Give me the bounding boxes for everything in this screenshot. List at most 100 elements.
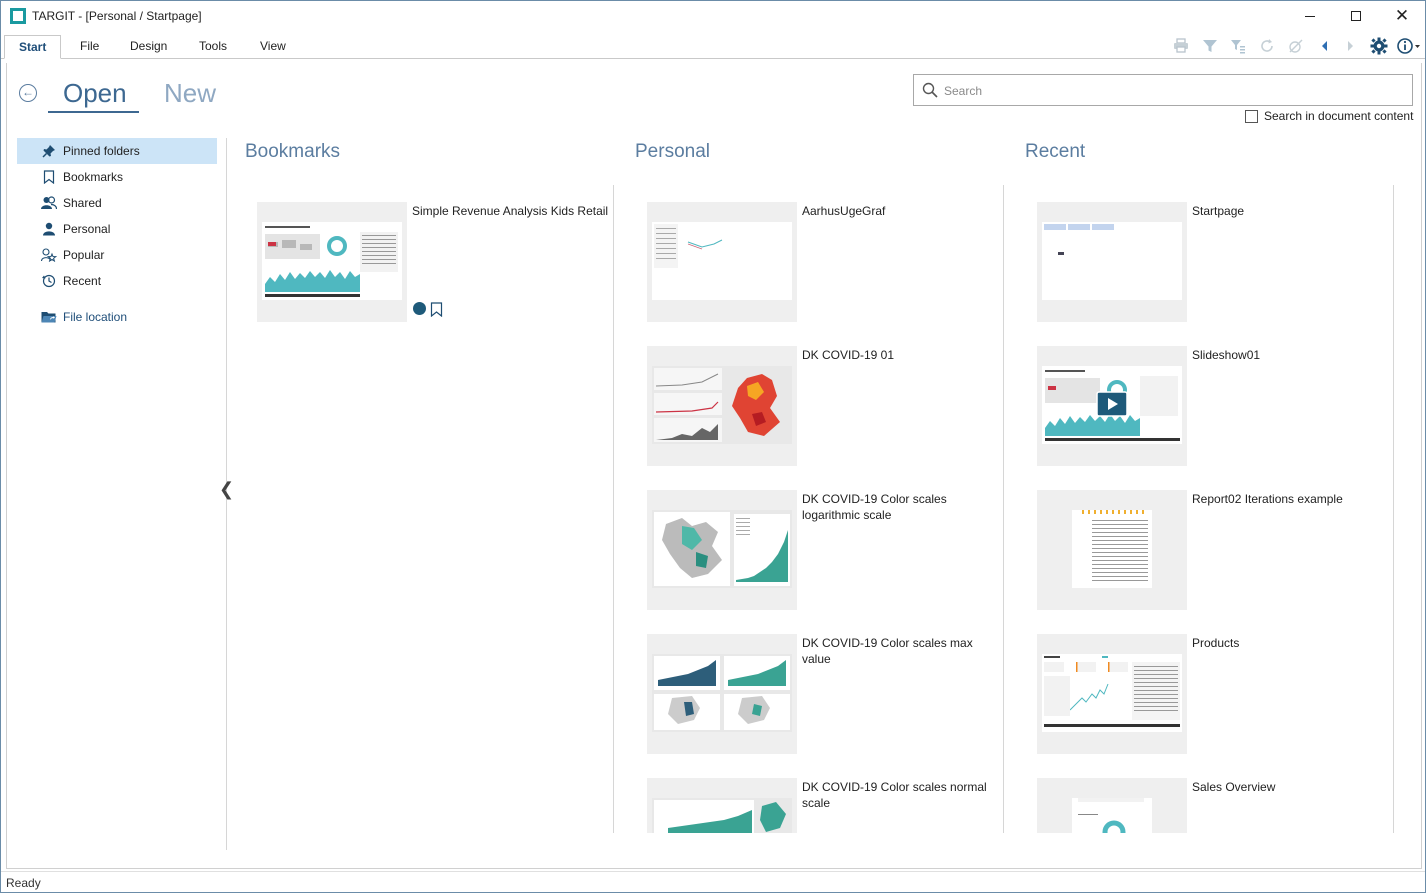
sidebar-item-recent[interactable]: Recent bbox=[17, 268, 217, 294]
filter-list-icon[interactable] bbox=[1228, 36, 1248, 56]
document-title: DK COVID-19 Color scales max value bbox=[802, 636, 973, 666]
document-thumbnail bbox=[1037, 778, 1187, 833]
info-icon[interactable] bbox=[1395, 36, 1423, 56]
document-card[interactable]: Simple Revenue Analysis Kids Retail bbox=[257, 202, 617, 322]
document-thumbnail bbox=[1037, 490, 1187, 610]
sidebar-item-shared[interactable]: Shared bbox=[17, 190, 217, 216]
popular-icon bbox=[41, 247, 57, 263]
document-thumbnail bbox=[647, 490, 797, 610]
search-in-content-checkbox[interactable] bbox=[1245, 109, 1258, 123]
open-mode-tab[interactable]: Open bbox=[63, 78, 127, 109]
document-title: Products bbox=[1192, 636, 1240, 650]
document-title: DK COVID-19 01 bbox=[802, 348, 895, 362]
bookmark-icon bbox=[41, 169, 57, 185]
close-button[interactable]: ✕ bbox=[1379, 1, 1425, 31]
sidebar-item-label: Recent bbox=[63, 274, 102, 288]
document-thumbnail bbox=[647, 634, 797, 754]
status-dot-icon bbox=[413, 302, 426, 315]
document-title: Report02 Iterations example bbox=[1192, 492, 1343, 506]
card-actions bbox=[413, 302, 443, 317]
back-circle-icon[interactable]: ← bbox=[19, 84, 37, 102]
title-bar: TARGIT - [Personal / Startpage] ✕ bbox=[1, 1, 1425, 33]
status-text: Ready bbox=[6, 876, 41, 890]
tab-tools[interactable]: Tools bbox=[185, 35, 241, 59]
document-thumbnail bbox=[1037, 634, 1187, 754]
window-title: TARGIT - [Personal / Startpage] bbox=[32, 9, 202, 23]
refresh-icon[interactable] bbox=[1257, 36, 1277, 56]
sidebar-item-bookmarks[interactable]: Bookmarks bbox=[17, 164, 217, 190]
document-title: DK COVID-19 Color scales logarithmic sca… bbox=[802, 492, 947, 522]
forward-arrow-icon[interactable] bbox=[1340, 36, 1360, 56]
document-thumbnail bbox=[647, 778, 797, 833]
personal-heading: Personal bbox=[635, 141, 710, 162]
pin-icon bbox=[41, 143, 57, 159]
maximize-icon bbox=[1351, 11, 1361, 21]
tab-file[interactable]: File bbox=[66, 35, 113, 59]
document-thumbnail bbox=[647, 346, 797, 466]
search-box bbox=[913, 74, 1413, 106]
status-bar: Ready bbox=[1, 871, 1425, 892]
minimize-button[interactable] bbox=[1287, 1, 1333, 31]
start-page: ← Open New Search in document content Pi… bbox=[6, 63, 1422, 869]
document-card[interactable]: AarhusUgeGraf bbox=[647, 202, 1007, 322]
open-tab-underline bbox=[48, 111, 139, 113]
document-card[interactable]: DK COVID-19 Color scales max value bbox=[647, 634, 1007, 754]
search-in-content-option[interactable]: Search in document content bbox=[1245, 109, 1413, 123]
search-icon bbox=[922, 82, 938, 98]
print-icon[interactable] bbox=[1171, 36, 1191, 56]
sidebar-item-label: Popular bbox=[63, 248, 105, 262]
maximize-button[interactable] bbox=[1333, 1, 1379, 31]
sidebar: Pinned folders Bookmarks Shared Personal… bbox=[17, 138, 217, 330]
folder-open-icon bbox=[41, 309, 57, 325]
document-title: Sales Overview bbox=[1192, 780, 1276, 794]
sidebar-item-popular[interactable]: Popular bbox=[17, 242, 217, 268]
document-card[interactable]: Sales Overview bbox=[1037, 778, 1397, 833]
no-criteria-icon[interactable] bbox=[1286, 36, 1306, 56]
tab-design[interactable]: Design bbox=[116, 35, 181, 59]
sidebar-item-label: File location bbox=[63, 310, 128, 324]
document-card[interactable]: DK COVID-19 Color scales logarithmic sca… bbox=[647, 490, 1007, 610]
document-card[interactable]: Products bbox=[1037, 634, 1397, 754]
new-mode-tab[interactable]: New bbox=[164, 78, 216, 109]
document-thumbnail bbox=[1037, 202, 1187, 322]
sidebar-item-label: Bookmarks bbox=[63, 170, 124, 184]
document-card[interactable]: Slideshow01 bbox=[1037, 346, 1397, 466]
minimize-icon bbox=[1305, 15, 1315, 17]
targit-logo-icon bbox=[10, 8, 26, 24]
filter-icon[interactable] bbox=[1200, 36, 1220, 56]
document-title: DK COVID-19 Color scales normal scale bbox=[802, 780, 987, 810]
document-thumbnail bbox=[647, 202, 797, 322]
document-title: Startpage bbox=[1192, 204, 1245, 218]
sidebar-item-label: Personal bbox=[63, 222, 111, 236]
ribbon-tabs: Start File Design Tools View bbox=[1, 33, 1425, 59]
recent-clock-icon bbox=[41, 273, 57, 289]
tab-start[interactable]: Start bbox=[4, 35, 62, 59]
document-card[interactable]: DK COVID-19 Color scales normal scale bbox=[647, 778, 1007, 833]
sidebar-item-label: Shared bbox=[63, 196, 102, 210]
sidebar-item-personal[interactable]: Personal bbox=[17, 216, 217, 242]
bookmark-icon[interactable] bbox=[430, 302, 443, 317]
app-window: TARGIT - [Personal / Startpage] ✕ Start … bbox=[0, 0, 1426, 893]
search-in-content-label: Search in document content bbox=[1264, 109, 1414, 123]
close-icon: ✕ bbox=[1394, 6, 1410, 25]
sidebar-item-pinned-folders[interactable]: Pinned folders bbox=[17, 138, 217, 164]
shared-users-icon bbox=[41, 195, 57, 211]
sidebar-item-file-location[interactable]: File location bbox=[17, 304, 217, 330]
sidebar-item-label: Pinned folders bbox=[63, 144, 140, 158]
recent-heading: Recent bbox=[1025, 141, 1086, 162]
settings-gear-icon[interactable] bbox=[1369, 36, 1389, 56]
back-arrow-icon[interactable] bbox=[1315, 36, 1335, 56]
search-input[interactable] bbox=[944, 81, 1404, 101]
document-card[interactable]: Report02 Iterations example bbox=[1037, 490, 1397, 610]
document-title: Simple Revenue Analysis Kids Retail bbox=[412, 204, 609, 218]
collapse-sidebar-chevron-icon[interactable]: ❮ bbox=[219, 479, 234, 500]
tab-view[interactable]: View bbox=[246, 35, 300, 59]
document-title: AarhusUgeGraf bbox=[802, 204, 886, 218]
document-card[interactable]: DK COVID-19 01 bbox=[647, 346, 1007, 466]
document-thumbnail bbox=[257, 202, 407, 322]
bookmarks-heading: Bookmarks bbox=[245, 141, 341, 162]
person-icon bbox=[41, 221, 57, 237]
document-card[interactable]: Startpage bbox=[1037, 202, 1397, 322]
document-title: Slideshow01 bbox=[1192, 348, 1261, 362]
document-thumbnail bbox=[1037, 346, 1187, 466]
